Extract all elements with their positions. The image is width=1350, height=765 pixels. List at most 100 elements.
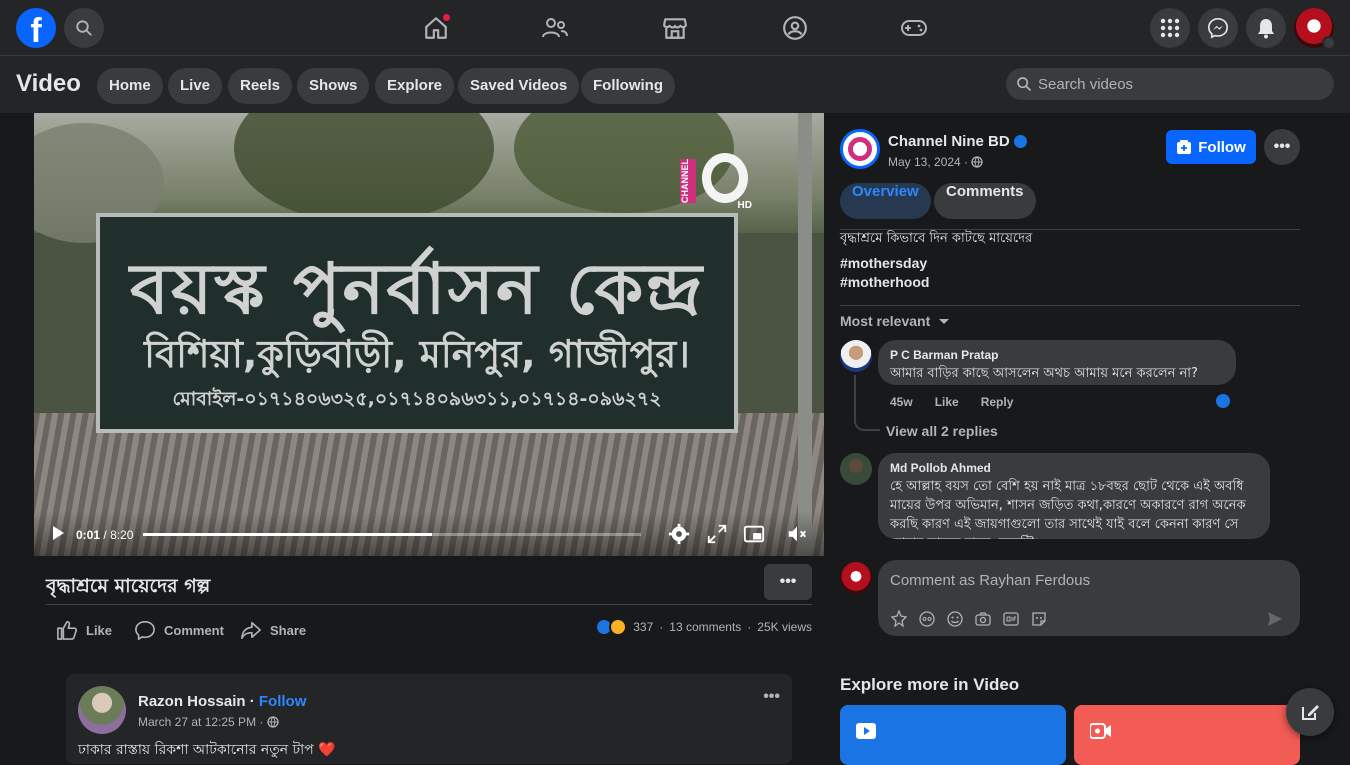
time-separator: / bbox=[103, 528, 107, 542]
messenger-button[interactable] bbox=[1198, 8, 1238, 48]
thumbs-up-icon bbox=[57, 621, 78, 640]
follow-button[interactable]: Follow bbox=[1166, 130, 1256, 164]
menu-button[interactable] bbox=[1150, 8, 1190, 48]
profile-avatar[interactable] bbox=[1294, 8, 1336, 50]
comment-time[interactable]: 45w bbox=[890, 395, 913, 409]
comment-reply[interactable]: Reply bbox=[981, 395, 1014, 409]
tab-home[interactable]: Home bbox=[97, 68, 163, 104]
share-label: Share bbox=[270, 622, 307, 638]
share-button[interactable]: Share bbox=[240, 618, 306, 642]
notifications-icon bbox=[1258, 19, 1274, 39]
video-search[interactable] bbox=[1006, 68, 1334, 100]
comment-like[interactable]: Like bbox=[935, 395, 959, 409]
picture-in-picture-icon[interactable] bbox=[743, 523, 765, 545]
post-date-row: May 13, 2024 · bbox=[888, 155, 984, 169]
comment-input[interactable] bbox=[890, 568, 1270, 592]
avatar-sticker-icon[interactable] bbox=[890, 610, 908, 628]
post-date[interactable]: March 27 at 12:25 PM · bbox=[138, 715, 263, 729]
video-title: বৃদ্ধাশ্রমে মায়েদের গল্প bbox=[46, 575, 211, 597]
globe-icon bbox=[267, 716, 279, 728]
video-player[interactable]: বয়স্ক পুনর্বাসন কেন্দ্র বিশিয়া,কুড়িবা… bbox=[34, 113, 824, 556]
sticker-icon[interactable] bbox=[1030, 610, 1048, 628]
video-pole bbox=[798, 113, 812, 556]
page-more-button[interactable]: ••• bbox=[1264, 129, 1300, 165]
more-icon: ••• bbox=[1273, 138, 1291, 155]
comment-composer bbox=[824, 539, 1350, 653]
video-search-input[interactable] bbox=[1038, 68, 1318, 100]
new-message-button[interactable] bbox=[1286, 688, 1334, 736]
view-replies[interactable]: View all 2 replies bbox=[886, 423, 998, 439]
commenter-avatar[interactable] bbox=[840, 453, 872, 485]
follow-page-icon bbox=[1177, 140, 1192, 154]
reactions-count[interactable]: 337 bbox=[633, 620, 653, 634]
comment-text: আমার বাড়ির কাছে আসলেন অথচ আমায় মনে করল… bbox=[890, 366, 1198, 381]
explore-card-live[interactable] bbox=[1074, 705, 1300, 765]
top-navigation-bar: f bbox=[0, 0, 1350, 56]
like-reaction-icon[interactable] bbox=[1214, 392, 1232, 410]
nav-gaming[interactable] bbox=[894, 8, 934, 48]
marketplace-icon bbox=[663, 18, 687, 39]
settings-icon[interactable] bbox=[668, 523, 690, 545]
gif-icon[interactable] bbox=[1002, 610, 1020, 628]
play-icon[interactable] bbox=[50, 525, 66, 541]
tab-saved-videos[interactable]: Saved Videos bbox=[458, 68, 580, 104]
page-name-row: Channel Nine BD bbox=[888, 133, 1027, 150]
notifications-button[interactable] bbox=[1246, 8, 1286, 48]
compose-icon bbox=[1302, 705, 1319, 720]
page-name[interactable]: Channel Nine BD bbox=[888, 133, 1010, 150]
comment-sort[interactable]: Most relevant bbox=[840, 313, 950, 329]
nav-marketplace[interactable] bbox=[655, 8, 695, 48]
divider bbox=[840, 305, 1300, 306]
comments-count[interactable]: 13 comments bbox=[669, 620, 741, 634]
tab-shows[interactable]: Shows bbox=[297, 68, 370, 104]
facebook-logo[interactable]: f bbox=[16, 8, 56, 48]
comment-text: হে আল্লাহ বয়স তো বেশি হয় নাই মাত্র ১৮ব… bbox=[890, 479, 1246, 539]
tab-following[interactable]: Following bbox=[581, 68, 675, 104]
name-separator: · bbox=[245, 693, 259, 710]
post-text: ঢাকার রাস্তায় রিকশা আটকানোর নতুন টাপ ❤️ bbox=[78, 742, 336, 758]
tab-overview[interactable]: Overview bbox=[840, 183, 931, 219]
poster-name[interactable]: Razon Hossain bbox=[138, 693, 246, 710]
commenter-name[interactable]: P C Barman Pratap bbox=[890, 348, 1224, 362]
video-post-info: বৃদ্ধাশ্রমে মায়েদের গল্প ••• Like Comme… bbox=[34, 556, 824, 653]
commenter-name[interactable]: Md Pollob Ahmed bbox=[890, 461, 1258, 475]
explore-card-video[interactable] bbox=[840, 705, 1066, 765]
comment-bubble: Md Pollob Ahmed হে আল্লাহ বয়স তো বেশি হ… bbox=[878, 453, 1270, 539]
like-label: Like bbox=[86, 622, 113, 638]
post-more-button[interactable]: ••• bbox=[763, 688, 780, 706]
tab-reels[interactable]: Reels bbox=[228, 68, 293, 104]
tab-explore[interactable]: Explore bbox=[375, 68, 455, 104]
nav-friends[interactable] bbox=[535, 8, 575, 48]
comment-box[interactable] bbox=[878, 560, 1300, 636]
reaction-icons[interactable] bbox=[595, 618, 628, 636]
search-button[interactable] bbox=[64, 8, 104, 48]
hashtag-link[interactable]: #mothersday bbox=[840, 255, 927, 271]
tab-live[interactable]: Live bbox=[168, 68, 223, 104]
video-subnav: Video Home Live Reels Shows Explore Save… bbox=[0, 56, 1350, 113]
comment-bubble: P C Barman Pratap আমার বাড়ির কাছে আসলেন… bbox=[878, 340, 1236, 385]
comment-button[interactable]: Comment bbox=[134, 618, 224, 642]
poster-avatar[interactable] bbox=[78, 686, 126, 734]
send-icon[interactable] bbox=[1266, 610, 1284, 628]
like-button[interactable]: Like bbox=[56, 618, 112, 642]
share-icon bbox=[241, 621, 261, 639]
commenter-avatar[interactable] bbox=[840, 340, 872, 372]
mute-icon[interactable] bbox=[786, 523, 808, 545]
logo-letter: f bbox=[30, 12, 42, 48]
follow-link[interactable]: Follow bbox=[259, 693, 307, 710]
tab-comments[interactable]: Comments bbox=[934, 183, 1036, 219]
page-avatar[interactable] bbox=[840, 129, 880, 169]
reply-thread-line bbox=[854, 375, 880, 431]
camera-icon[interactable] bbox=[974, 610, 992, 628]
fullscreen-icon[interactable] bbox=[706, 523, 728, 545]
emoji-icon[interactable] bbox=[946, 610, 964, 628]
video-progress-bar[interactable] bbox=[143, 533, 641, 536]
nav-home[interactable] bbox=[416, 8, 456, 48]
verified-badge-icon bbox=[1013, 135, 1027, 148]
ai-icon[interactable] bbox=[918, 610, 936, 628]
nav-groups[interactable] bbox=[775, 8, 815, 48]
hashtag-link[interactable]: #motherhood bbox=[840, 274, 929, 290]
follow-label: Follow bbox=[1198, 138, 1246, 156]
post-more-button[interactable]: ••• bbox=[764, 564, 812, 600]
post-date[interactable]: May 13, 2024 · bbox=[888, 155, 968, 169]
